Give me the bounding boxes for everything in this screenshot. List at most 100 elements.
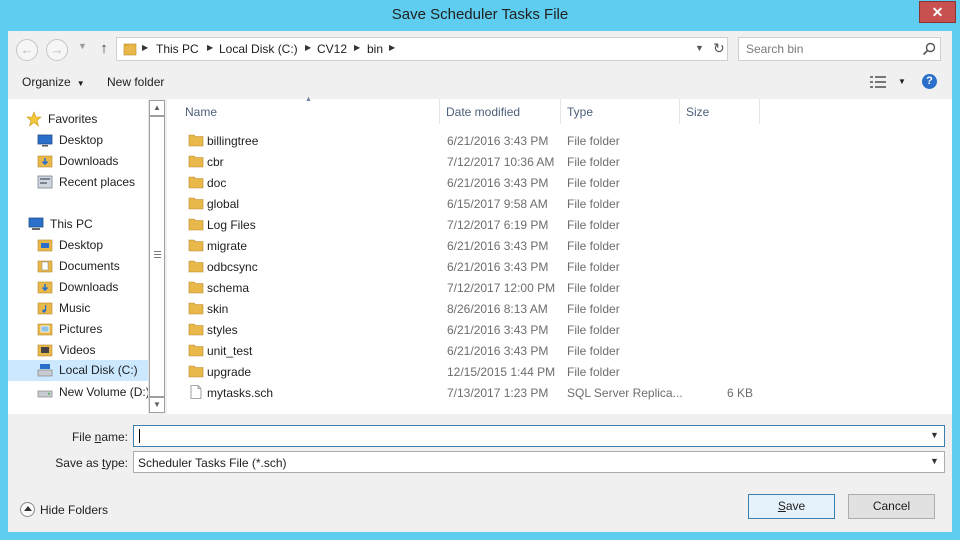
column-type-header[interactable]: Type xyxy=(561,99,680,124)
nav-pc-music[interactable]: Music xyxy=(37,298,147,318)
file-name: billingtree xyxy=(207,134,259,148)
file-date: 12/15/2015 1:44 PM xyxy=(447,365,556,379)
breadcrumb-this-pc[interactable]: This PC xyxy=(156,42,199,56)
chevron-up-icon xyxy=(20,502,35,517)
chevron-right-icon[interactable]: ▶ xyxy=(389,43,395,52)
chevron-right-icon[interactable]: ▶ xyxy=(207,43,213,52)
nav-pc-downloads[interactable]: Downloads xyxy=(37,277,147,297)
folder-icon xyxy=(188,281,204,294)
chevron-down-icon[interactable]: ▼ xyxy=(930,430,939,440)
nav-pc-documents[interactable]: Documents xyxy=(37,256,147,276)
file-date: 6/21/2016 3:43 PM xyxy=(447,260,549,274)
nav-this-pc[interactable]: This PC xyxy=(28,214,146,234)
folder-row[interactable]: doc 6/21/2016 3:43 PM File folder xyxy=(167,172,767,193)
scroll-down-arrow-icon[interactable]: ▼ xyxy=(149,397,165,413)
breadcrumb-local-disk[interactable]: Local Disk (C:) xyxy=(219,42,298,56)
nav-favorites[interactable]: Favorites xyxy=(26,109,146,129)
file-name-input[interactable] xyxy=(134,426,924,446)
drive-icon xyxy=(37,364,53,377)
file-date: 7/13/2017 1:23 PM xyxy=(447,386,549,400)
search-input[interactable] xyxy=(739,38,919,60)
nav-pc-new-volume[interactable]: New Volume (D:) xyxy=(37,382,150,402)
folder-row[interactable]: schema 7/12/2017 12:00 PM File folder xyxy=(167,277,767,298)
nav-scrollbar[interactable]: ▲ ▼ xyxy=(148,99,165,414)
help-icon[interactable]: ? xyxy=(922,74,937,89)
chevron-down-icon[interactable]: ▼ xyxy=(930,456,939,466)
folder-row[interactable]: skin 8/26/2016 8:13 AM File folder xyxy=(167,298,767,319)
save-type-select[interactable]: Scheduler Tasks File (*.sch) ▼ xyxy=(133,451,945,473)
forward-button[interactable]: → xyxy=(46,39,68,61)
scroll-thumb[interactable] xyxy=(149,116,165,397)
chevron-down-icon[interactable]: ▼ xyxy=(898,77,906,86)
nav-pc-desktop[interactable]: Desktop xyxy=(37,235,147,255)
file-type: File folder xyxy=(567,197,620,211)
column-name-header[interactable]: Name ▲ xyxy=(167,96,440,124)
file-name: Log Files xyxy=(207,218,256,232)
search-icon[interactable] xyxy=(921,41,937,57)
up-arrow-icon[interactable]: ↑ xyxy=(96,39,112,59)
file-name: upgrade xyxy=(207,365,252,379)
folder-row[interactable]: unit_test 6/21/2016 3:43 PM File folder xyxy=(167,340,767,361)
file-date: 8/26/2016 8:13 AM xyxy=(447,302,548,316)
refresh-icon[interactable]: ↻ xyxy=(713,40,725,57)
chevron-right-icon[interactable]: ▶ xyxy=(305,43,311,52)
breadcrumb-bin[interactable]: bin xyxy=(367,42,383,56)
save-button[interactable]: Save xyxy=(748,494,835,519)
view-options-icon[interactable] xyxy=(870,76,886,88)
chevron-right-icon[interactable]: ▶ xyxy=(142,43,148,52)
music-folder-icon xyxy=(37,302,53,315)
file-date: 6/21/2016 3:43 PM xyxy=(447,134,549,148)
file-row[interactable]: mytasks.sch 7/13/2017 1:23 PM SQL Server R… xyxy=(167,382,767,403)
folder-row[interactable]: migrate 6/21/2016 3:43 PM File folder xyxy=(167,235,767,256)
nav-favorites-desktop[interactable]: Desktop xyxy=(37,130,147,150)
cancel-button[interactable]: Cancel xyxy=(848,494,935,519)
address-bar[interactable]: ▶ This PC ▶ Local Disk (C:) ▶ CV12 ▶ bin… xyxy=(116,37,728,61)
folder-row[interactable]: billingtree 6/21/2016 3:43 PM File folder xyxy=(167,130,767,151)
close-button[interactable]: ✕ xyxy=(919,1,956,23)
recent-locations-icon[interactable]: ▼ xyxy=(78,41,87,51)
folder-row[interactable]: upgrade 12/15/2015 1:44 PM File folder xyxy=(167,361,767,382)
back-button[interactable]: ← xyxy=(16,39,38,61)
file-type: File folder xyxy=(567,239,620,253)
folder-row[interactable]: Log Files 7/12/2017 6:19 PM File folder xyxy=(167,214,767,235)
file-type: File folder xyxy=(567,134,620,148)
chevron-right-icon[interactable]: ▶ xyxy=(354,43,360,52)
drive-icon xyxy=(37,390,53,398)
navigation-pane: Favorites Desktop Downloads Recent place… xyxy=(8,99,165,414)
folder-row[interactable]: styles 6/21/2016 3:43 PM File folder xyxy=(167,319,767,340)
desktop-icon xyxy=(37,134,53,147)
scroll-up-arrow-icon[interactable]: ▲ xyxy=(149,100,165,116)
organize-button[interactable]: Organize ▼ xyxy=(22,75,85,89)
nav-favorites-recent-places[interactable]: Recent places xyxy=(37,172,147,192)
file-date: 7/12/2017 10:36 AM xyxy=(447,155,555,169)
file-name: mytasks.sch xyxy=(207,386,274,400)
column-date-header[interactable]: Date modified xyxy=(440,99,561,124)
folder-icon xyxy=(188,239,204,252)
nav-pc-videos[interactable]: Videos xyxy=(37,340,147,360)
folder-row[interactable]: cbr 7/12/2017 10:36 AM File folder xyxy=(167,151,767,172)
nav-label: Pictures xyxy=(59,322,103,336)
folder-row[interactable]: global 6/15/2017 9:58 AM File folder xyxy=(167,193,767,214)
column-size-header[interactable]: Size xyxy=(680,99,760,124)
file-name: schema xyxy=(207,281,250,295)
new-folder-button[interactable]: New folder xyxy=(107,75,164,89)
file-date: 7/12/2017 6:19 PM xyxy=(447,218,549,232)
nav-label: Music xyxy=(59,301,91,315)
search-box[interactable] xyxy=(738,37,941,61)
chevron-down-icon[interactable]: ▼ xyxy=(695,43,704,53)
breadcrumb-cv12[interactable]: CV12 xyxy=(317,42,347,56)
videos-folder-icon xyxy=(37,344,53,357)
nav-label: Desktop xyxy=(59,238,104,252)
label-part: ame: xyxy=(101,430,128,444)
file-type: File folder xyxy=(567,155,620,169)
folder-row[interactable]: odbcsync 6/21/2016 3:43 PM File folder xyxy=(167,256,767,277)
column-label: Size xyxy=(686,105,710,119)
nav-favorites-downloads[interactable]: Downloads xyxy=(37,151,147,171)
folder-icon xyxy=(188,134,204,147)
nav-pc-pictures[interactable]: Pictures xyxy=(37,319,147,339)
sort-ascending-icon: ▲ xyxy=(305,96,312,103)
computer-icon xyxy=(28,217,44,230)
file-name-combobox[interactable]: ▼ xyxy=(133,425,945,447)
folder-icon xyxy=(188,344,204,357)
nav-pc-local-disk[interactable]: Local Disk (C:) xyxy=(8,360,148,381)
